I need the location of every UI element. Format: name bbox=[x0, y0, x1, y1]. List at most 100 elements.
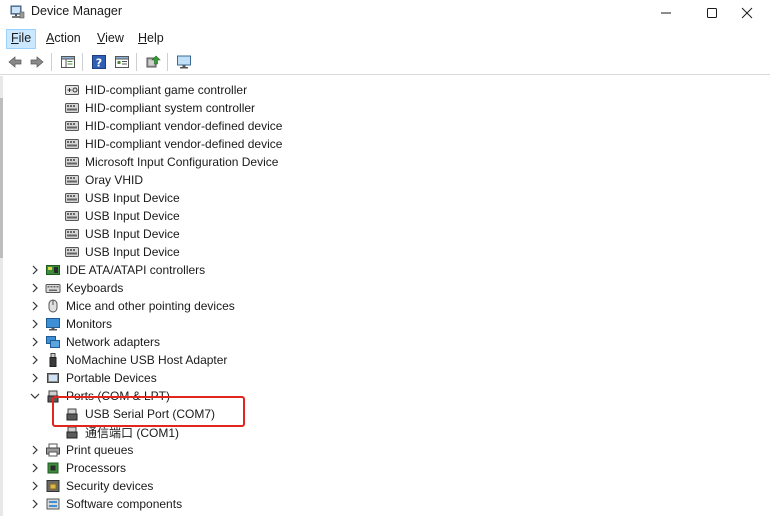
category-ide[interactable]: IDE ATA/ATAPI controllers bbox=[45, 261, 205, 279]
hid-device-icon bbox=[65, 157, 79, 167]
security-device-icon bbox=[46, 480, 60, 492]
menu-help[interactable]: Help bbox=[133, 29, 169, 49]
scan-hardware-changes-button[interactable] bbox=[174, 52, 194, 72]
expand-chevron-icon[interactable] bbox=[29, 459, 41, 477]
menu-action-label: ction bbox=[54, 31, 81, 45]
svg-text:?: ? bbox=[96, 57, 102, 70]
software-component-icon bbox=[46, 498, 60, 510]
toolbar-separator bbox=[136, 53, 137, 71]
forward-arrow-icon bbox=[30, 56, 44, 68]
category-keyboards[interactable]: Keyboards bbox=[45, 279, 123, 297]
expand-chevron-icon[interactable] bbox=[29, 477, 41, 495]
network-adapter-icon bbox=[46, 336, 60, 348]
category-label: Processors bbox=[66, 461, 127, 475]
properties-button[interactable] bbox=[112, 52, 132, 72]
hid-device-icon bbox=[65, 103, 79, 113]
expand-chevron-icon[interactable] bbox=[29, 333, 41, 351]
minimize-icon bbox=[661, 12, 671, 13]
category-network[interactable]: Network adapters bbox=[45, 333, 160, 351]
menu-help-label: elp bbox=[147, 31, 164, 45]
hid-device-icon bbox=[65, 193, 79, 203]
category-label: Software components bbox=[66, 497, 183, 511]
category-security[interactable]: Security devices bbox=[45, 477, 153, 495]
tree-item-label: USB Input Device bbox=[85, 227, 180, 241]
expand-chevron-icon[interactable] bbox=[29, 351, 41, 369]
menu-view-label: iew bbox=[105, 31, 124, 45]
expand-chevron-icon[interactable] bbox=[29, 441, 41, 459]
mouse-icon bbox=[48, 299, 58, 313]
scan-monitor-icon bbox=[177, 55, 191, 69]
processor-icon bbox=[47, 462, 59, 474]
tree-item-label: USB Input Device bbox=[85, 245, 180, 259]
category-monitors[interactable]: Monitors bbox=[45, 315, 112, 333]
category-label: NoMachine USB Host Adapter bbox=[66, 353, 228, 367]
hid-device-icon bbox=[65, 229, 79, 239]
category-label: Monitors bbox=[66, 317, 113, 331]
category-label: Network adapters bbox=[66, 335, 161, 349]
expand-chevron-icon[interactable] bbox=[29, 297, 41, 315]
minimize-button[interactable] bbox=[643, 0, 689, 25]
device-manager-icon bbox=[10, 5, 25, 19]
tree-item[interactable]: USB Input Device bbox=[64, 207, 180, 225]
help-icon: ? bbox=[92, 55, 106, 70]
left-pane-scroll-thumb[interactable] bbox=[0, 98, 3, 258]
annotation-highlight-box bbox=[52, 396, 245, 427]
close-icon bbox=[741, 7, 753, 18]
console-tree-icon bbox=[61, 56, 75, 68]
toolbar-separator bbox=[51, 53, 52, 71]
tree-item[interactable]: HID-compliant vendor-defined device bbox=[64, 135, 282, 153]
expand-chevron-icon[interactable] bbox=[29, 315, 41, 333]
tree-item[interactable]: Microsoft Input Configuration Device bbox=[64, 153, 278, 171]
show-hide-console-tree-button[interactable] bbox=[58, 52, 78, 72]
category-label: IDE ATA/ATAPI controllers bbox=[66, 263, 206, 277]
toolbar-separator bbox=[82, 53, 83, 71]
expand-chevron-icon[interactable] bbox=[29, 261, 41, 279]
menu-view[interactable]: View bbox=[92, 29, 129, 49]
menu-file[interactable]: File bbox=[6, 29, 37, 49]
tree-item[interactable]: HID-compliant vendor-defined device bbox=[64, 117, 282, 135]
tree-item[interactable]: USB Input Device bbox=[64, 225, 180, 243]
tree-item-label: HID-compliant system controller bbox=[85, 101, 256, 115]
menu-help-accel: H bbox=[138, 31, 148, 45]
printer-icon bbox=[46, 443, 60, 457]
category-portable[interactable]: Portable Devices bbox=[45, 369, 157, 387]
properties-icon bbox=[115, 56, 129, 68]
update-driver-button[interactable] bbox=[143, 52, 163, 72]
category-print-queues[interactable]: Print queues bbox=[45, 441, 133, 459]
expand-chevron-icon[interactable] bbox=[29, 369, 41, 387]
expand-chevron-icon[interactable] bbox=[29, 279, 41, 297]
keyboard-icon bbox=[45, 284, 61, 293]
back-button[interactable] bbox=[5, 52, 25, 72]
tree-item[interactable]: HID-compliant game controller bbox=[64, 81, 247, 99]
forward-button[interactable] bbox=[27, 52, 47, 72]
menu-file-label: ile bbox=[18, 31, 32, 45]
toolbar-separator bbox=[167, 53, 168, 71]
left-pane-edge bbox=[0, 76, 3, 516]
maximize-icon bbox=[707, 7, 717, 18]
category-label: Security devices bbox=[66, 479, 154, 493]
tree-item[interactable]: HID-compliant system controller bbox=[64, 99, 255, 117]
tree-item[interactable]: USB Input Device bbox=[64, 243, 180, 261]
tree-item-label: USB Input Device bbox=[85, 209, 180, 223]
close-button[interactable] bbox=[724, 0, 770, 25]
game-controller-icon bbox=[65, 85, 79, 95]
tree-item-label: USB Input Device bbox=[85, 191, 180, 205]
monitor-icon bbox=[46, 318, 60, 331]
category-software-components[interactable]: Software components bbox=[45, 495, 182, 513]
category-nomachine[interactable]: NoMachine USB Host Adapter bbox=[45, 351, 227, 369]
menu-view-accel: V bbox=[97, 31, 106, 45]
menu-action[interactable]: Action bbox=[41, 29, 86, 49]
category-label: Keyboards bbox=[66, 281, 124, 295]
tree-item[interactable]: USB Input Device bbox=[64, 189, 180, 207]
help-button[interactable]: ? bbox=[89, 52, 109, 72]
usb-adapter-icon bbox=[49, 353, 57, 367]
expand-chevron-icon[interactable] bbox=[29, 495, 41, 513]
tree-item-label: Microsoft Input Configuration Device bbox=[85, 155, 279, 169]
tree-item[interactable]: Oray VHID bbox=[64, 171, 143, 189]
category-label: Print queues bbox=[66, 443, 134, 457]
collapse-chevron-icon[interactable] bbox=[29, 387, 41, 405]
tree-item-label: HID-compliant vendor-defined device bbox=[85, 137, 283, 151]
category-processors[interactable]: Processors bbox=[45, 459, 126, 477]
category-mice[interactable]: Mice and other pointing devices bbox=[45, 297, 235, 315]
title-bar: Device Manager bbox=[0, 0, 770, 25]
